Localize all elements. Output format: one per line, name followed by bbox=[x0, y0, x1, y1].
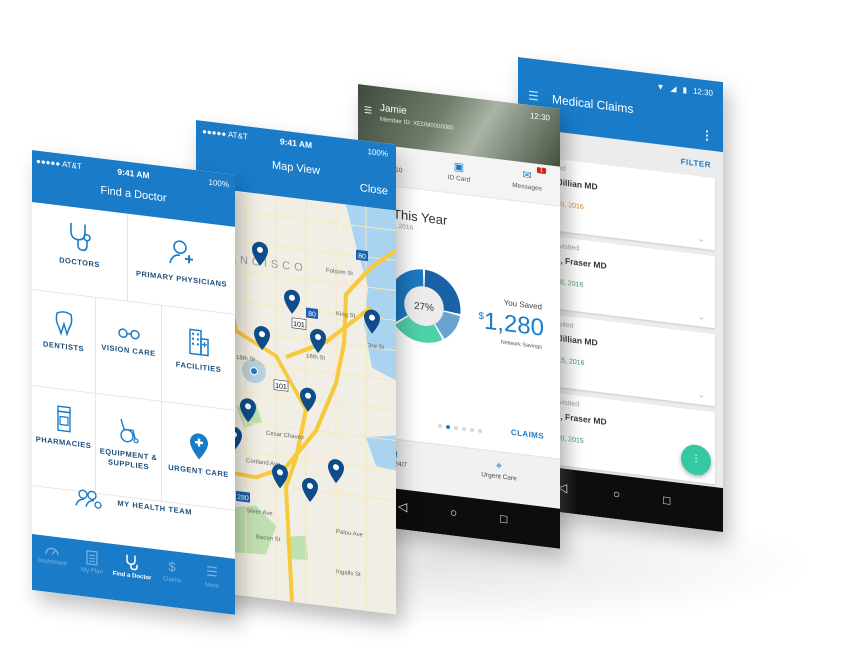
page-dot[interactable] bbox=[478, 428, 482, 434]
category-primary-physicians[interactable]: PRIMARY PHYSICIANS bbox=[128, 213, 235, 315]
page-indicator bbox=[438, 423, 482, 434]
tab-messages[interactable]: ✉ 1 Messages bbox=[492, 164, 560, 195]
interstate-80-label: 80 bbox=[308, 311, 316, 319]
health-team-label: MY HEALTH TEAM bbox=[117, 497, 193, 517]
page-dot[interactable] bbox=[470, 427, 474, 433]
app-showcase: ▼ ◢ ▮ 12:30 ☰ Medical Claims ⋮ FILTER Yo… bbox=[0, 0, 860, 649]
sliders-icon: ⫶ bbox=[694, 453, 698, 467]
category-label: URGENT CARE bbox=[168, 462, 229, 480]
category-facilities[interactable]: FACILITIES bbox=[162, 305, 235, 411]
close-button[interactable]: Close bbox=[360, 182, 388, 197]
wheelchair-icon bbox=[119, 418, 139, 444]
menu-icon[interactable]: ☰ bbox=[364, 105, 372, 117]
category-dentists[interactable]: DENTISTS bbox=[32, 290, 96, 394]
category-label: DENTISTS bbox=[42, 339, 85, 354]
urgent-care-button[interactable]: ⌖ Urgent Care bbox=[464, 456, 534, 485]
pill-bottle-icon bbox=[56, 405, 71, 433]
message-count-badge: 1 bbox=[536, 166, 546, 175]
saved-label: You Saved bbox=[503, 297, 542, 312]
tooth-icon bbox=[55, 311, 72, 337]
claims-link[interactable]: CLAIMS bbox=[511, 428, 544, 441]
chevron-down-icon[interactable]: ⌄ bbox=[697, 233, 705, 245]
category-label: PHARMACIES bbox=[35, 434, 92, 451]
saved-value: 1,280 bbox=[483, 307, 544, 342]
tab-label: ID Card bbox=[447, 174, 471, 184]
tab-dashboard[interactable]: Dashboard bbox=[32, 542, 72, 568]
page-dot[interactable] bbox=[438, 423, 442, 429]
tab-label: Find a Doctor bbox=[112, 570, 152, 582]
tab-label: More bbox=[205, 582, 219, 590]
tab-label: My Plan bbox=[81, 567, 103, 576]
stethoscope-icon bbox=[126, 554, 138, 571]
overflow-menu-icon[interactable]: ⋮ bbox=[701, 127, 713, 142]
category-doctors[interactable]: DOCTORS bbox=[32, 202, 128, 302]
category-label: VISION CARE bbox=[101, 342, 156, 359]
signal-icon: ◢ bbox=[670, 83, 677, 94]
tab-more[interactable]: ☰ More bbox=[192, 562, 232, 592]
category-label: FACILITIES bbox=[175, 359, 222, 375]
location-plus-icon bbox=[189, 433, 208, 460]
gauge-icon bbox=[45, 547, 59, 556]
highway-101-label: 101 bbox=[293, 321, 305, 329]
current-location-dot bbox=[250, 367, 258, 376]
tab-label: Messages bbox=[512, 181, 542, 193]
page-title: Medical Claims bbox=[552, 92, 634, 117]
status-bar: ▼ ◢ ▮ 12:30 bbox=[656, 82, 713, 98]
user-name: Jamie bbox=[380, 102, 407, 117]
tab-claims[interactable]: $ Claims bbox=[152, 557, 192, 586]
stethoscope-icon bbox=[69, 222, 91, 252]
home-icon[interactable]: ○ bbox=[450, 505, 457, 520]
tab-id-card[interactable]: ▣ ID Card bbox=[424, 156, 494, 187]
status-time: 12:30 bbox=[529, 111, 550, 123]
page-dot[interactable] bbox=[446, 424, 450, 430]
back-icon[interactable]: ◁ bbox=[398, 499, 407, 514]
member-id: Member ID: XEDM0000080 bbox=[380, 116, 454, 132]
wifi-icon: ▼ bbox=[656, 82, 665, 92]
home-icon[interactable]: ○ bbox=[613, 487, 620, 502]
chevron-down-icon[interactable]: ⌄ bbox=[697, 389, 705, 401]
savings-donut-chart: 27% bbox=[387, 269, 461, 343]
recents-icon[interactable]: □ bbox=[500, 511, 507, 526]
tab-label: Claims bbox=[162, 576, 182, 585]
page-dot[interactable] bbox=[462, 426, 466, 432]
interstate-280-label: 280 bbox=[237, 494, 249, 502]
menu-icon[interactable]: ☰ bbox=[528, 88, 539, 103]
hamburger-icon: ☰ bbox=[206, 563, 218, 580]
category-vision-care[interactable]: VISION CARE bbox=[96, 297, 162, 402]
team-icon bbox=[75, 489, 102, 509]
category-label: EQUIPMENT & SUPPLIES bbox=[99, 446, 158, 472]
glasses-icon bbox=[117, 328, 140, 340]
highway-101-label: 101 bbox=[275, 383, 287, 391]
tab-find-a-doctor[interactable]: Find a Doctor bbox=[112, 552, 152, 582]
page-dot[interactable] bbox=[454, 425, 458, 431]
recents-icon[interactable]: □ bbox=[663, 493, 670, 508]
category-label: PRIMARY PHYSICIANS bbox=[135, 268, 228, 289]
hospital-building-icon bbox=[188, 328, 209, 357]
battery-icon: ▮ bbox=[682, 85, 687, 95]
category-label: DOCTORS bbox=[59, 255, 100, 270]
interstate-80-label: 80 bbox=[358, 253, 366, 261]
saved-amount: $1,280 bbox=[478, 307, 544, 343]
physician-plus-icon bbox=[168, 240, 193, 264]
tab-label: Dashboard bbox=[37, 557, 67, 568]
tab-my-plan[interactable]: My Plan bbox=[72, 547, 112, 577]
status-time: 12:30 bbox=[692, 86, 713, 98]
find-a-doctor-screen: ●●●●● AT&T 9:41 AM 100% Find a Doctor DO… bbox=[32, 150, 235, 615]
clipboard-icon bbox=[86, 550, 98, 566]
dollar-icon: $ bbox=[168, 558, 176, 575]
chevron-down-icon[interactable]: ⌄ bbox=[697, 311, 705, 323]
